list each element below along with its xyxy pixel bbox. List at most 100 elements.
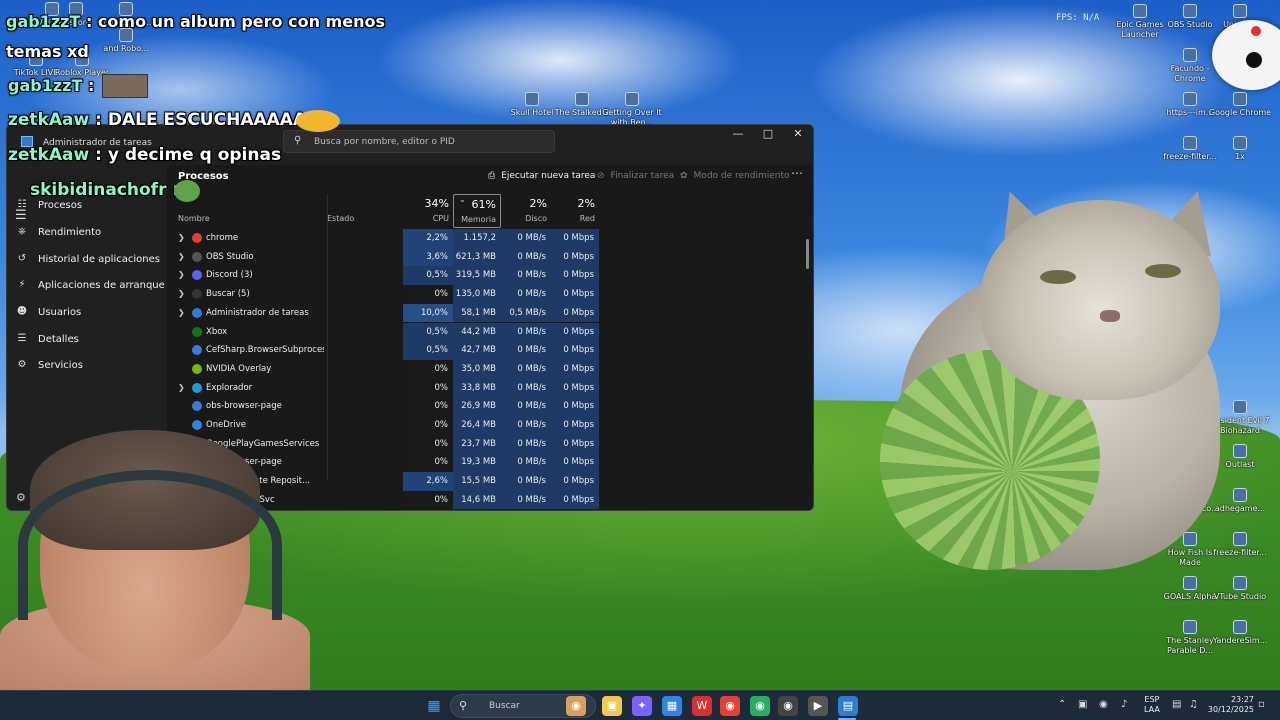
column-header-cpu[interactable]: 34% CPU [403,194,453,228]
file-explorer-icon[interactable]: ▣ [602,696,622,716]
sidebar-item-usuarios[interactable]: ☻ Usuarios [7,302,167,324]
taskmanager-icon [192,307,202,318]
cell-net: 0 Mbps [551,472,599,491]
chevron-right-icon[interactable]: ❯ [178,252,185,261]
more-options-icon[interactable]: ⋯ [791,166,803,180]
cell-mem: 42,7 MB [453,341,501,360]
app-shortcut-icon [1133,4,1147,18]
tray-app-icon[interactable]: ▣ [1078,699,1087,710]
table-row[interactable]: ❯ Explorador 0% 33,8 MB 0 MB/s 0 Mbps [167,378,807,398]
cell-net: 0 Mbps [551,378,599,398]
leaf-icon: ✿ [680,171,688,181]
table-row[interactable]: ❯ chrome 2,2%1.157,2 MB0 MB/s0 Mbps [167,229,807,262]
notifications-icon[interactable]: ▫ [1258,699,1265,710]
chevron-up-icon[interactable]: ⌃ [1058,699,1066,710]
column-header-network[interactable]: 2% Red [551,194,599,228]
processes-icon: ☷ [17,199,27,210]
table-row[interactable]: ❯ OBS Studio 3,6% 621,3 MB 0 MB/s 0 Mbps [167,247,807,267]
chat-message: zetkAaw : DALE ESCUCHAAAAA [8,110,306,130]
column-header-status[interactable]: Estado [327,194,403,228]
app-shortcut-icon [1183,48,1197,62]
microphone-icon[interactable]: ♪ [1121,699,1127,710]
sidebar-item-servicios[interactable]: ⚙ Servicios [7,355,167,377]
start-button-windows-icon[interactable]: ▦ [426,698,442,714]
media-player-icon[interactable]: ▶ [808,696,828,716]
close-button[interactable]: ✕ [783,127,813,143]
wps-icon[interactable]: W [692,696,712,716]
cell-disk: 0 MB/s [501,229,551,248]
store-icon[interactable]: ▦ [662,696,682,716]
cell-disk: 0 MB/s [501,359,551,379]
desktop-icon[interactable]: 1x [1208,136,1272,162]
chevron-right-icon[interactable]: ❯ [178,233,185,242]
chevron-right-icon[interactable]: ❯ [178,383,185,392]
minimize-button[interactable]: — [723,127,753,143]
column-header-disk[interactable]: 2% Disco [501,194,551,228]
desktop-icon-label: 1x [1235,152,1245,161]
maximize-button[interactable]: □ [753,127,783,143]
column-header-memory[interactable]: ⌄ 61% Memoria [453,194,501,228]
sidebar-item-label: Usuarios [38,307,82,318]
chevron-right-icon[interactable]: ❯ [178,289,185,298]
search-icon: ⚲ [459,699,468,712]
clock[interactable]: 23:27 30/12/2025 [1206,695,1254,715]
table-row[interactable]: ❯ Discord (3) 0,5% 319,5 MB 0 MB/s 0 Mbps [167,266,807,286]
column-percent: 2% [529,197,547,210]
table-row[interactable]: Xbox 0,5% 44,2 MB 0 MB/s 0 Mbps [167,322,807,342]
chevron-right-icon[interactable]: ❯ [178,270,185,279]
sidebar-item-label: Aplicaciones de arranque [38,280,165,291]
tray-app-icon[interactable]: ◉ [1099,699,1108,710]
table-row[interactable]: obs-browser-page 0% 26,9 MB 0 MB/s 0 Mbps [167,397,807,416]
taskbar: ▦ ⚲ Buscar ◉ ▣ ✦ ▦ W ◉ ◉ ◉ ▶ ▤ ⌃ ▣ ◉ ♪ ESP LAA ▤ ♫… [0,690,1280,720]
desktop-icon-label: https---im... [1166,108,1214,117]
eyeball-spot [1251,26,1261,36]
volume-icon[interactable]: ♫ [1189,699,1198,710]
cell-disk: 0 MB/s [501,397,551,416]
cell-cpu: 0% [403,397,453,416]
cat-eye [1040,270,1076,284]
sidebar-item-detalles[interactable]: ☰ Detalles [7,329,167,351]
run-new-task-button[interactable]: ⎙ Ejecutar nueva tarea [488,171,595,181]
sidebar-item-label: Historial de aplicaciones [38,254,160,265]
chat-message: temas xd [6,42,89,61]
cat-head [980,200,1220,400]
scrollbar[interactable] [806,239,809,269]
network-icon[interactable]: ▤ [1172,699,1181,710]
efficiency-mode-button[interactable]: ✿ Modo de rendimiento [680,171,790,181]
column-percent: 34% [424,197,449,210]
taskmanager-icon[interactable]: ▤ [838,696,858,716]
search-input[interactable]: ⚲ Busca por nombre, editor o PID [283,130,555,153]
burger-icon[interactable]: ◉ [566,696,586,716]
cell-net: 0 Mbps [551,416,599,435]
sidebar-item-aplicaciones-de-arranque[interactable]: ⚡ Aplicaciones de arranque [7,275,167,297]
column-label: CPU [432,214,449,223]
table-row[interactable]: ❯ Administrador de tareas 10,0% 58,1 MB 0,5 … [167,303,807,323]
table-row[interactable]: ❯ Buscar (5) 0% 135,0 MB 0 MB/s 0 Mbps [167,285,807,304]
obs-icon[interactable]: ◉ [778,696,798,716]
desktop-icon[interactable]: Getting Over It with Ben... [600,92,664,128]
cell-cpu: 0,5% [403,341,453,360]
process-name: Explorador [206,382,253,393]
capcut-icon[interactable]: ✦ [632,696,652,716]
language-indicator[interactable]: ESP LAA [1144,695,1160,715]
desktop-icon[interactable]: and Robo... [94,28,158,54]
headset [18,470,282,620]
table-row[interactable]: CefSharp.BrowserSubprocess (... 0,5%42,7 … [167,341,807,360]
chat-separator: : [80,12,98,31]
sidebar-item-rendimiento[interactable]: ⎈ Rendimiento [7,222,167,244]
column-header-name[interactable]: Nombre [178,194,328,228]
table-row[interactable]: NVIDIA Overlay 0% 35,0 MB 0 MB/s 0 Mbps [167,359,807,379]
chrome-icon[interactable]: ◉ [720,696,740,716]
emote-image [296,110,340,132]
xbox-icon [192,326,202,337]
chrome-dev-icon[interactable]: ◉ [750,696,770,716]
chevron-right-icon[interactable]: ❯ [178,308,185,317]
language-code: ESP [1144,695,1160,704]
desktop-icon[interactable]: Google Chrome [1208,92,1272,118]
sidebar-item-historial-de-aplicaciones[interactable]: ↺ Historial de aplicaciones [7,249,167,271]
end-task-button[interactable]: ⊘ Finalizar tarea [597,171,674,181]
desktop-icon[interactable]: YandereSim... [1208,620,1272,646]
chat-username: skibidinachofr [30,180,167,200]
cell-mem: 33,8 MB [453,378,501,398]
cat-nose [1100,310,1120,322]
